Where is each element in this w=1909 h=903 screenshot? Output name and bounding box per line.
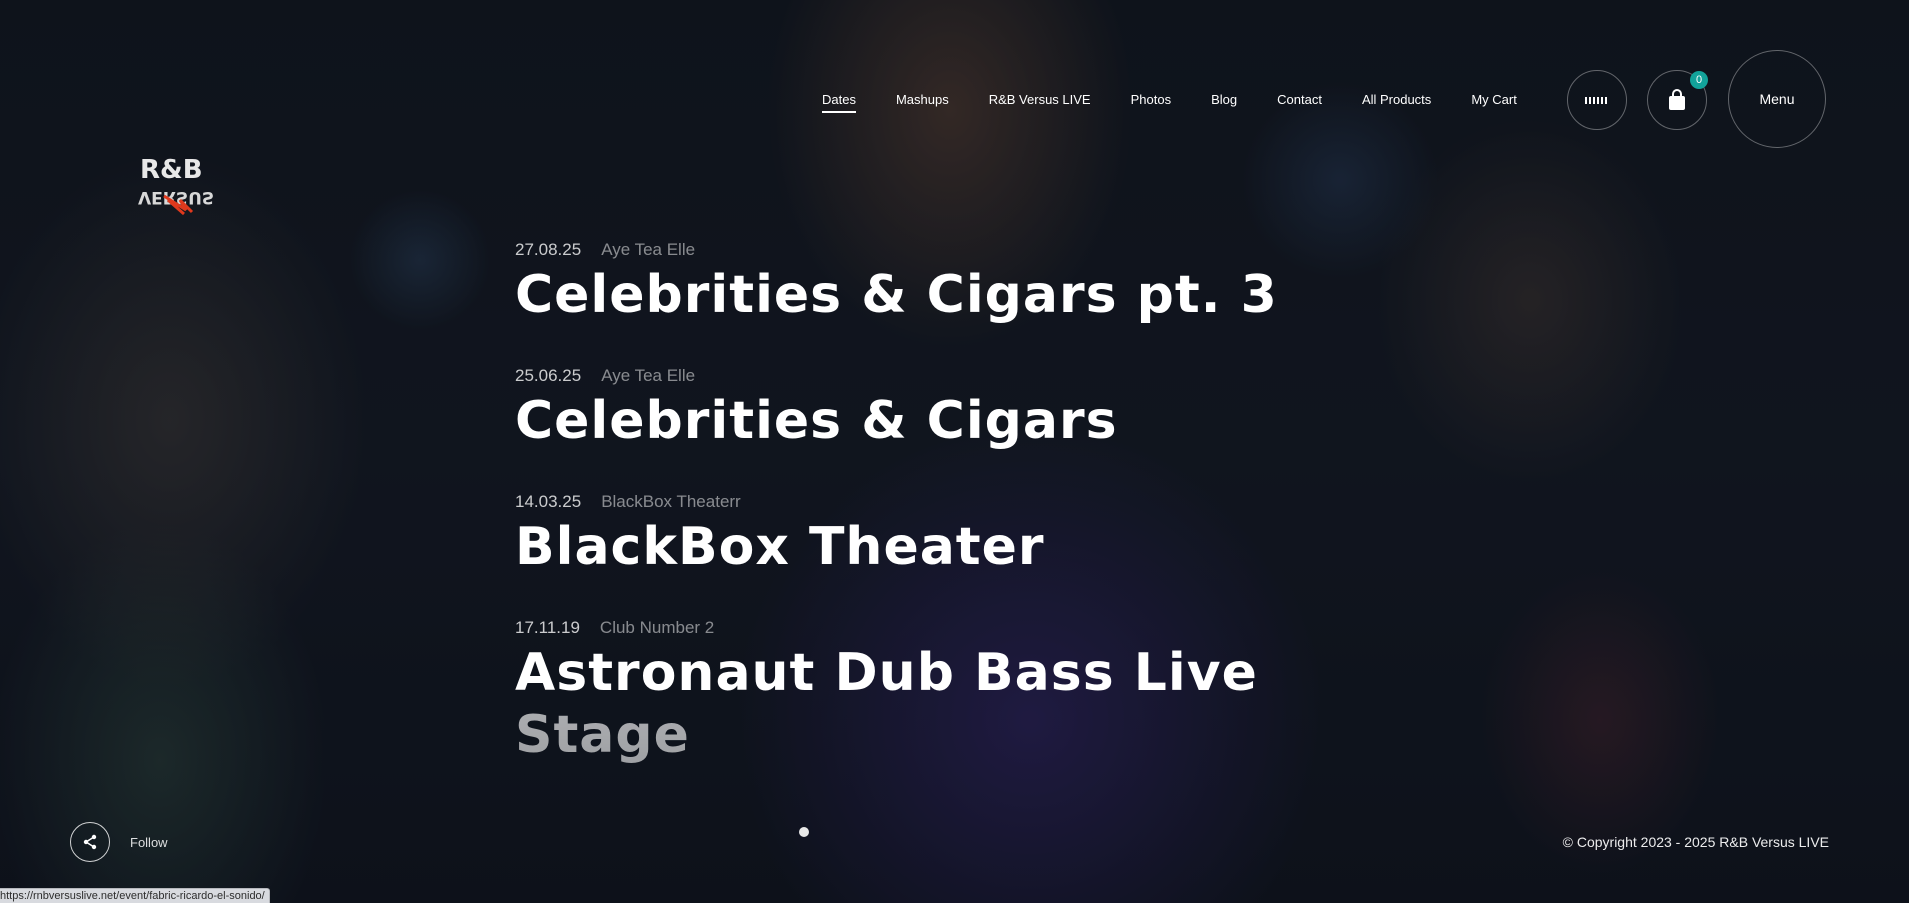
search-button[interactable] bbox=[1567, 70, 1627, 130]
event-date: 27.08.25 bbox=[515, 240, 582, 259]
nav-item-mashups[interactable]: Mashups bbox=[896, 92, 949, 113]
event-meta: 17.11.19 Club Number 2 bbox=[515, 618, 1415, 638]
browser-status-url: https://rnbversuslive.net/event/fabric-r… bbox=[0, 888, 270, 903]
event-item[interactable]: 27.08.25 Aye Tea Elle Celebrities & Ciga… bbox=[515, 240, 1415, 326]
event-item[interactable]: 17.11.19 Club Number 2 Astronaut Dub Bas… bbox=[515, 618, 1415, 766]
event-venue[interactable]: Club Number 2 bbox=[600, 618, 714, 638]
shopping-bag-icon bbox=[1669, 89, 1685, 110]
events-list: 27.08.25 Aye Tea Elle Celebrities & Ciga… bbox=[515, 240, 1415, 806]
nav-item-photos[interactable]: Photos bbox=[1131, 92, 1171, 113]
event-item[interactable]: 14.03.25 BlackBox Theaterr BlackBox Thea… bbox=[515, 492, 1415, 578]
logo-text-top: R&B bbox=[140, 155, 203, 185]
event-item[interactable]: 25.06.25 Aye Tea Elle Celebrities & Ciga… bbox=[515, 366, 1415, 452]
event-date: 25.06.25 bbox=[515, 366, 582, 385]
event-meta: 25.06.25 Aye Tea Elle bbox=[515, 366, 1415, 386]
event-meta: 27.08.25 Aye Tea Elle bbox=[515, 240, 1415, 260]
nav-item-my-cart[interactable]: My Cart bbox=[1471, 92, 1517, 113]
event-venue[interactable]: Aye Tea Elle bbox=[601, 240, 695, 260]
menu-label: Menu bbox=[1759, 91, 1795, 107]
event-meta: 14.03.25 BlackBox Theaterr bbox=[515, 492, 1415, 512]
event-date: 17.11.19 bbox=[515, 618, 580, 637]
event-title[interactable]: Astronaut Dub Bass Live Stage bbox=[515, 642, 1295, 766]
page: R&B VERSUS Dates Mashups R&B Versus LIVE… bbox=[0, 0, 1909, 903]
cart-button[interactable]: 0 bbox=[1647, 70, 1708, 130]
barcode-search-icon bbox=[1585, 97, 1607, 104]
menu-button[interactable]: Menu bbox=[1728, 50, 1826, 148]
copyright-text: © Copyright 2023 - 2025 R&B Versus LIVE bbox=[1562, 834, 1829, 850]
event-venue[interactable]: Aye Tea Elle bbox=[601, 366, 695, 386]
nav-item-blog[interactable]: Blog bbox=[1211, 92, 1237, 113]
follow-share[interactable]: Follow bbox=[70, 822, 168, 862]
nav-item-dates[interactable]: Dates bbox=[822, 92, 856, 113]
cart-count-badge: 0 bbox=[1690, 71, 1708, 89]
event-venue[interactable]: BlackBox Theaterr bbox=[601, 492, 741, 512]
follow-label: Follow bbox=[130, 834, 168, 850]
share-icon bbox=[83, 834, 97, 850]
scroll-indicator bbox=[799, 827, 809, 837]
nav-item-rnb-versus-live[interactable]: R&B Versus LIVE bbox=[989, 92, 1091, 113]
event-title[interactable]: Celebrities & Cigars bbox=[515, 390, 1415, 452]
site-logo[interactable]: R&B VERSUS bbox=[134, 152, 214, 216]
event-date: 14.03.25 bbox=[515, 492, 582, 511]
nav-item-contact[interactable]: Contact bbox=[1277, 92, 1322, 113]
share-button[interactable] bbox=[70, 822, 110, 862]
logo-graphic: R&B VERSUS bbox=[138, 155, 214, 216]
main-nav: Dates Mashups R&B Versus LIVE Photos Blo… bbox=[822, 92, 1557, 113]
nav-item-all-products[interactable]: All Products bbox=[1362, 92, 1431, 113]
event-title[interactable]: Celebrities & Cigars pt. 3 bbox=[515, 264, 1415, 326]
event-title[interactable]: BlackBox Theater bbox=[515, 516, 1415, 578]
